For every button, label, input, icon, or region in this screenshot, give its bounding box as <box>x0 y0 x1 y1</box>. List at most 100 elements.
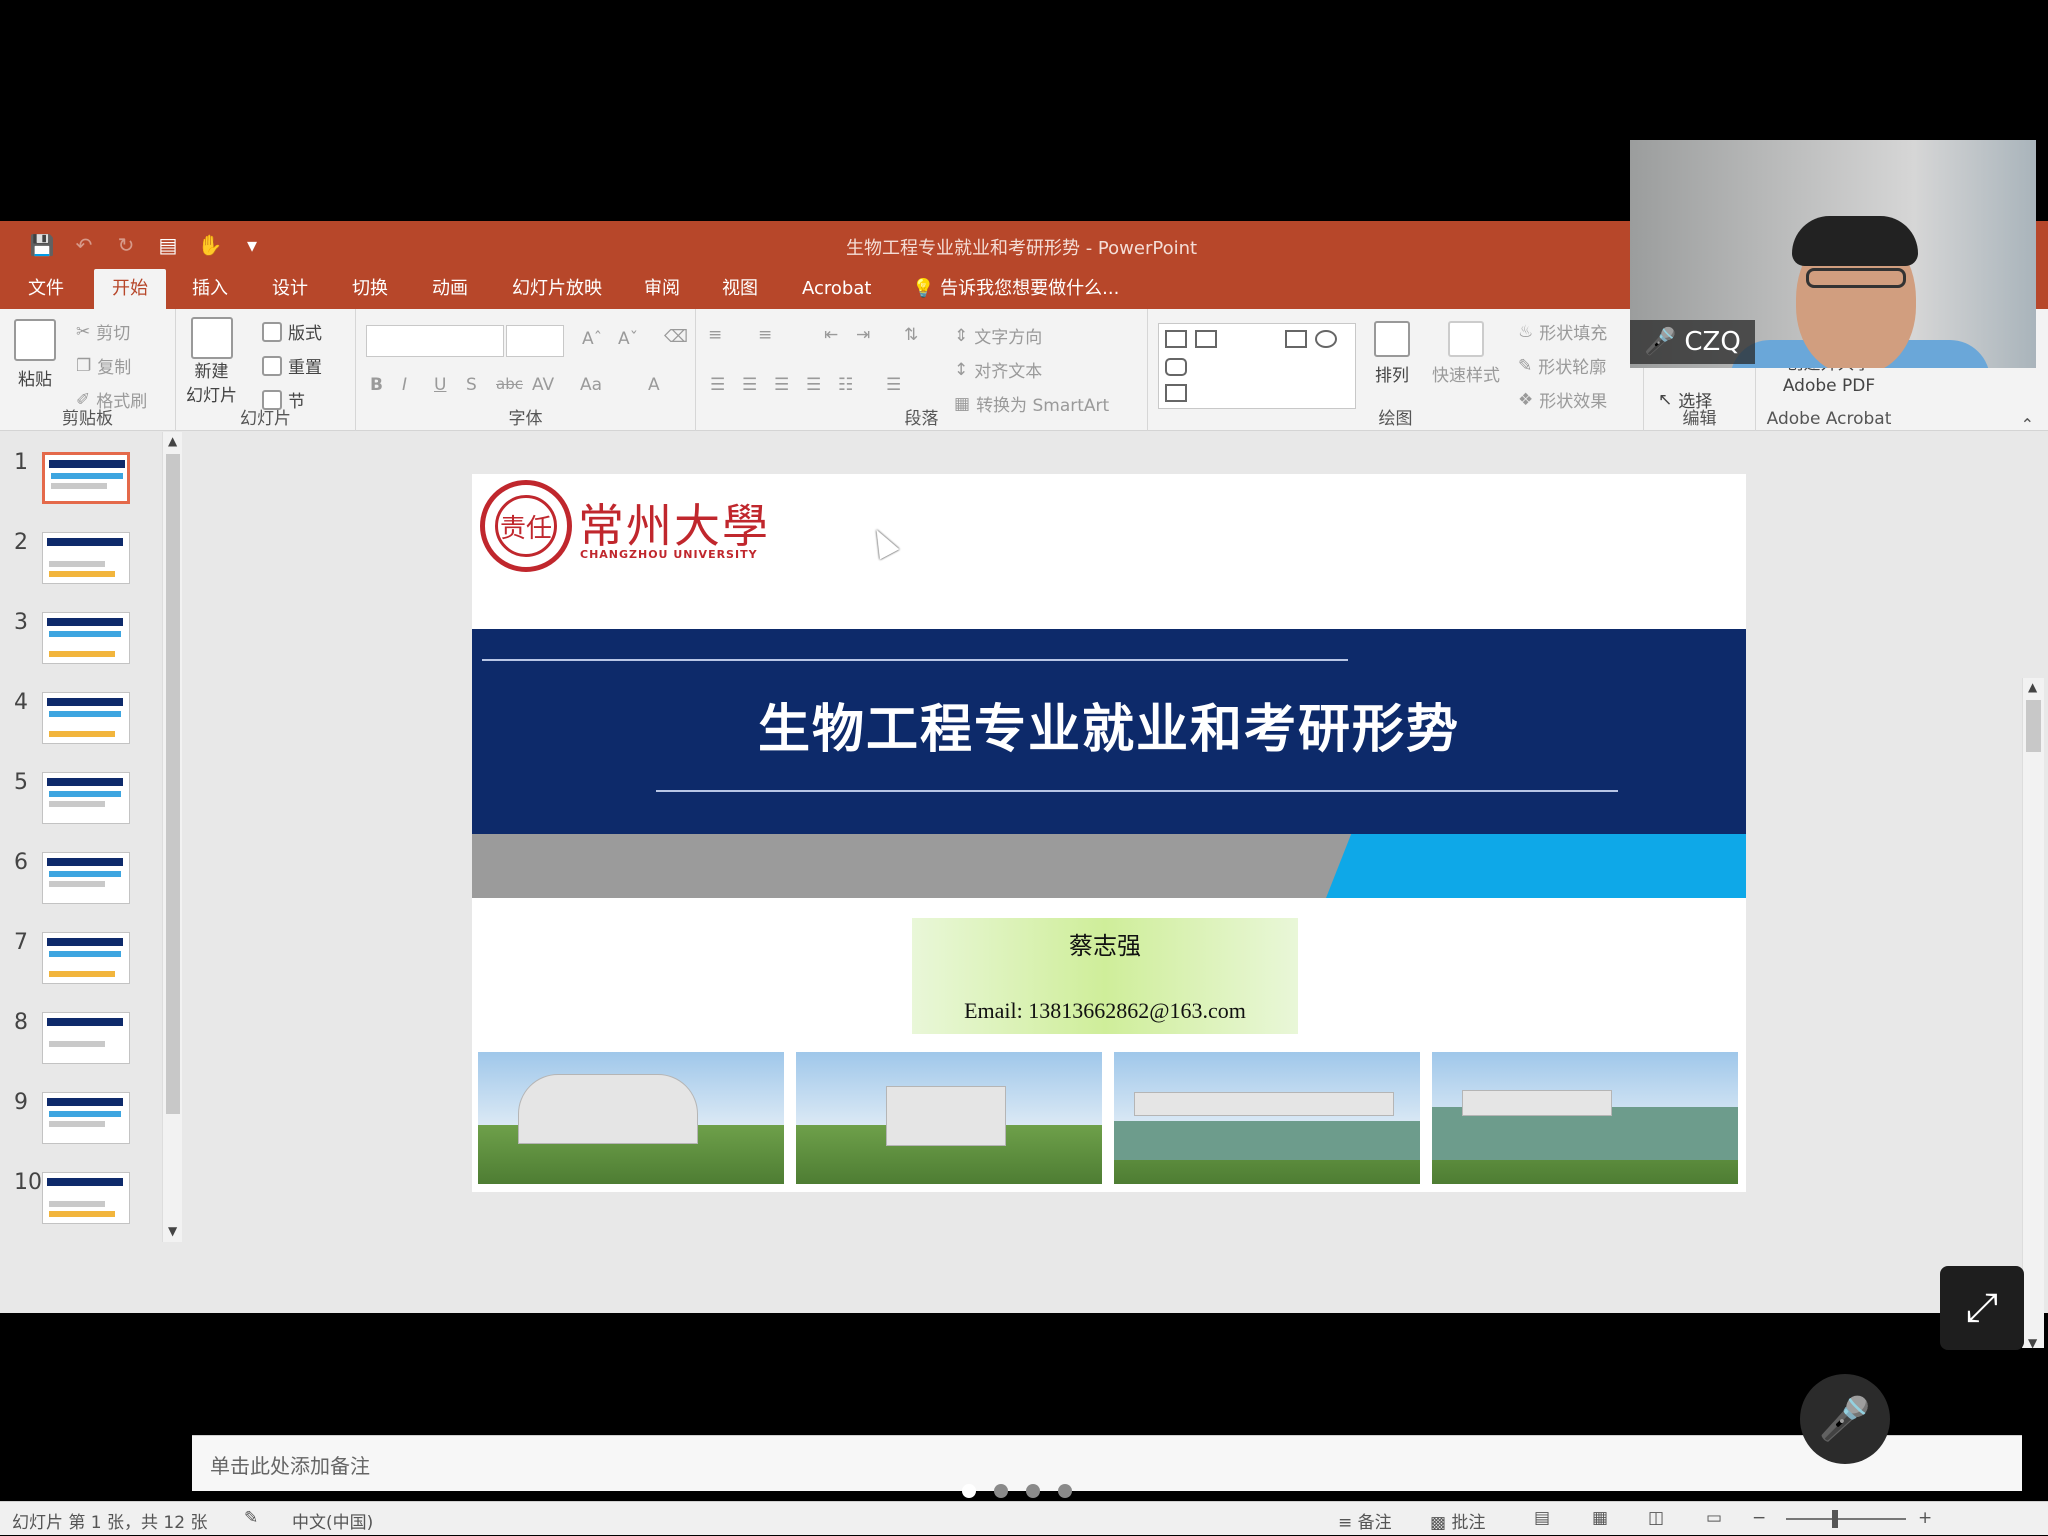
tab-review[interactable]: 审阅 <box>626 269 698 309</box>
rounded-rect-shape-icon[interactable] <box>1165 358 1187 376</box>
line-spacing-icon[interactable]: ⇅ <box>904 325 918 345</box>
scroll-up-icon[interactable]: ▲ <box>168 434 177 448</box>
language-indicator[interactable]: 中文(中国) <box>292 1508 373 1533</box>
page-dot[interactable] <box>994 1484 1008 1498</box>
slide-thumbnail-8[interactable] <box>42 1012 130 1064</box>
decrease-indent-icon[interactable]: ⇤ <box>824 325 838 345</box>
slide-thumbnail-4[interactable] <box>42 692 130 744</box>
quick-styles-button[interactable]: 快速样式 <box>1432 321 1500 386</box>
new-slide-button[interactable]: 新建 幻灯片 <box>186 317 237 407</box>
notes-pane[interactable]: 单击此处添加备注 <box>192 1435 2022 1491</box>
slide-thumbnail-6[interactable] <box>42 852 130 904</box>
scroll-up-icon[interactable]: ▲ <box>2028 680 2037 694</box>
scrollbar-thumb[interactable] <box>166 454 180 1114</box>
reading-view-icon[interactable]: ◫ <box>1648 1508 1664 1528</box>
slide-thumbnail-9[interactable] <box>42 1092 130 1144</box>
touch-mode-icon[interactable]: ✋ <box>196 231 224 259</box>
change-case-button[interactable]: Aa <box>580 375 602 395</box>
reset-button[interactable]: 重置 <box>262 353 322 378</box>
mute-microphone-button[interactable]: 🎤 <box>1800 1374 1890 1464</box>
justify-icon[interactable]: ☰ <box>806 375 821 395</box>
numbering-icon[interactable]: ≡ <box>758 325 772 345</box>
strikethrough-button[interactable]: abc <box>496 375 523 393</box>
scrollbar-thumb[interactable] <box>2026 700 2041 752</box>
slide-thumbnail-3[interactable] <box>42 612 130 664</box>
author-box[interactable]: 蔡志强 Email: 13813662862@163.com <box>912 918 1298 1034</box>
page-dot[interactable] <box>1058 1484 1072 1498</box>
notes-toggle[interactable]: ≡ 备注 <box>1338 1508 1392 1533</box>
tab-home[interactable]: 开始 <box>94 269 166 309</box>
align-left-icon[interactable]: ☰ <box>710 375 725 395</box>
slide-thumbnail-2[interactable] <box>42 532 130 584</box>
columns-icon[interactable]: ☷ <box>838 375 853 395</box>
arrange-button[interactable]: 排列 <box>1374 321 1410 386</box>
oval-shape-icon[interactable] <box>1315 330 1337 348</box>
slide-thumbnail-7[interactable] <box>42 932 130 984</box>
tab-insert[interactable]: 插入 <box>174 269 246 309</box>
rectangle-shape-icon[interactable] <box>1285 330 1307 348</box>
textbox-shape-icon[interactable] <box>1165 330 1187 348</box>
slideshow-view-icon[interactable]: ▭ <box>1706 1508 1722 1528</box>
collapse-ribbon-icon[interactable]: ⌃ <box>2021 415 2034 434</box>
bullets-icon[interactable]: ≡ <box>708 325 722 345</box>
slide-title[interactable]: 生物工程专业就业和考研形势 <box>472 687 1746 762</box>
undo-icon[interactable]: ↶ <box>70 231 98 259</box>
customize-qat-icon[interactable]: ▾ <box>238 231 266 259</box>
thumbnails-scrollbar[interactable]: ▲ ▼ <box>162 432 182 1242</box>
spellcheck-icon[interactable]: ✎ <box>244 1508 258 1528</box>
tab-acrobat[interactable]: Acrobat <box>784 269 889 309</box>
start-slideshow-icon[interactable]: ▤ <box>154 231 182 259</box>
shape-fill-button[interactable]: ♨ 形状填充 <box>1518 319 1607 345</box>
tab-animations[interactable]: 动画 <box>414 269 486 309</box>
font-color-button[interactable]: A <box>648 375 660 395</box>
align-center-icon[interactable]: ☰ <box>742 375 757 395</box>
participant-video[interactable]: 🎤 CZQ <box>1630 140 2036 368</box>
font-name-input[interactable] <box>366 325 504 357</box>
save-icon[interactable]: 💾 <box>28 231 56 259</box>
expand-button[interactable]: ⤢ <box>1940 1266 2024 1350</box>
paste-button[interactable]: 粘贴 <box>14 319 56 390</box>
normal-view-icon[interactable]: ▤ <box>1534 1508 1550 1528</box>
shape-outline-button[interactable]: ✎ 形状轮廓 <box>1518 353 1606 379</box>
vertical-textbox-shape-icon[interactable] <box>1195 330 1217 348</box>
zoom-in-icon[interactable]: + <box>1918 1508 1932 1528</box>
align-right-icon[interactable]: ☰ <box>774 375 789 395</box>
zoom-slider[interactable] <box>1786 1518 1906 1520</box>
slide-canvas[interactable]: 责任 常州大學 CHANGZHOU UNIVERSITY 生物工程专业就业和考研… <box>472 474 1746 1192</box>
underline-button[interactable]: U <box>434 375 446 395</box>
tab-slideshow[interactable]: 幻灯片放映 <box>494 269 620 309</box>
shadow-button[interactable]: S <box>466 375 477 395</box>
shrink-font-icon[interactable]: Aˇ <box>618 329 638 349</box>
page-dot[interactable] <box>1026 1484 1040 1498</box>
copy-button[interactable]: ❐ 复制 <box>76 353 131 379</box>
scroll-down-icon[interactable]: ▼ <box>168 1224 177 1238</box>
grow-font-icon[interactable]: Aˆ <box>582 329 602 349</box>
slide-scrollbar[interactable]: ▲ ▼ <box>2022 678 2044 1350</box>
comments-toggle[interactable]: ▩ 批注 <box>1430 1508 1485 1533</box>
slide-thumbnail-1[interactable] <box>42 452 130 504</box>
slide-thumbnail-10[interactable] <box>42 1172 130 1224</box>
redo-icon[interactable]: ↻ <box>112 231 140 259</box>
tab-design[interactable]: 设计 <box>254 269 326 309</box>
tab-transitions[interactable]: 切换 <box>334 269 406 309</box>
page-dot[interactable] <box>962 1484 976 1498</box>
clear-format-icon[interactable]: ⌫ <box>664 327 688 347</box>
font-size-input[interactable] <box>506 325 564 357</box>
align-text-button[interactable]: ↕ 对齐文本 <box>954 357 1042 383</box>
zoom-out-icon[interactable]: − <box>1752 1508 1766 1528</box>
tell-me-search[interactable]: 💡 告诉我您想要做什么... <box>912 269 1119 309</box>
italic-button[interactable]: I <box>402 375 407 395</box>
freeform-shape-icon[interactable] <box>1165 384 1187 402</box>
char-spacing-button[interactable]: AV <box>532 375 554 395</box>
bold-button[interactable]: B <box>370 375 383 395</box>
shapes-gallery[interactable] <box>1158 323 1356 409</box>
increase-indent-icon[interactable]: ⇥ <box>856 325 870 345</box>
zoom-slider-handle[interactable] <box>1832 1510 1838 1528</box>
distribute-icon[interactable]: ☰ <box>886 375 901 395</box>
slide-sorter-icon[interactable]: ▦ <box>1592 1508 1608 1528</box>
tab-file[interactable]: 文件 <box>10 269 82 309</box>
cut-button[interactable]: ✂ 剪切 <box>76 319 130 345</box>
scroll-down-icon[interactable]: ▼ <box>2028 1336 2037 1350</box>
slide-thumbnail-5[interactable] <box>42 772 130 824</box>
layout-button[interactable]: 版式 <box>262 319 322 344</box>
